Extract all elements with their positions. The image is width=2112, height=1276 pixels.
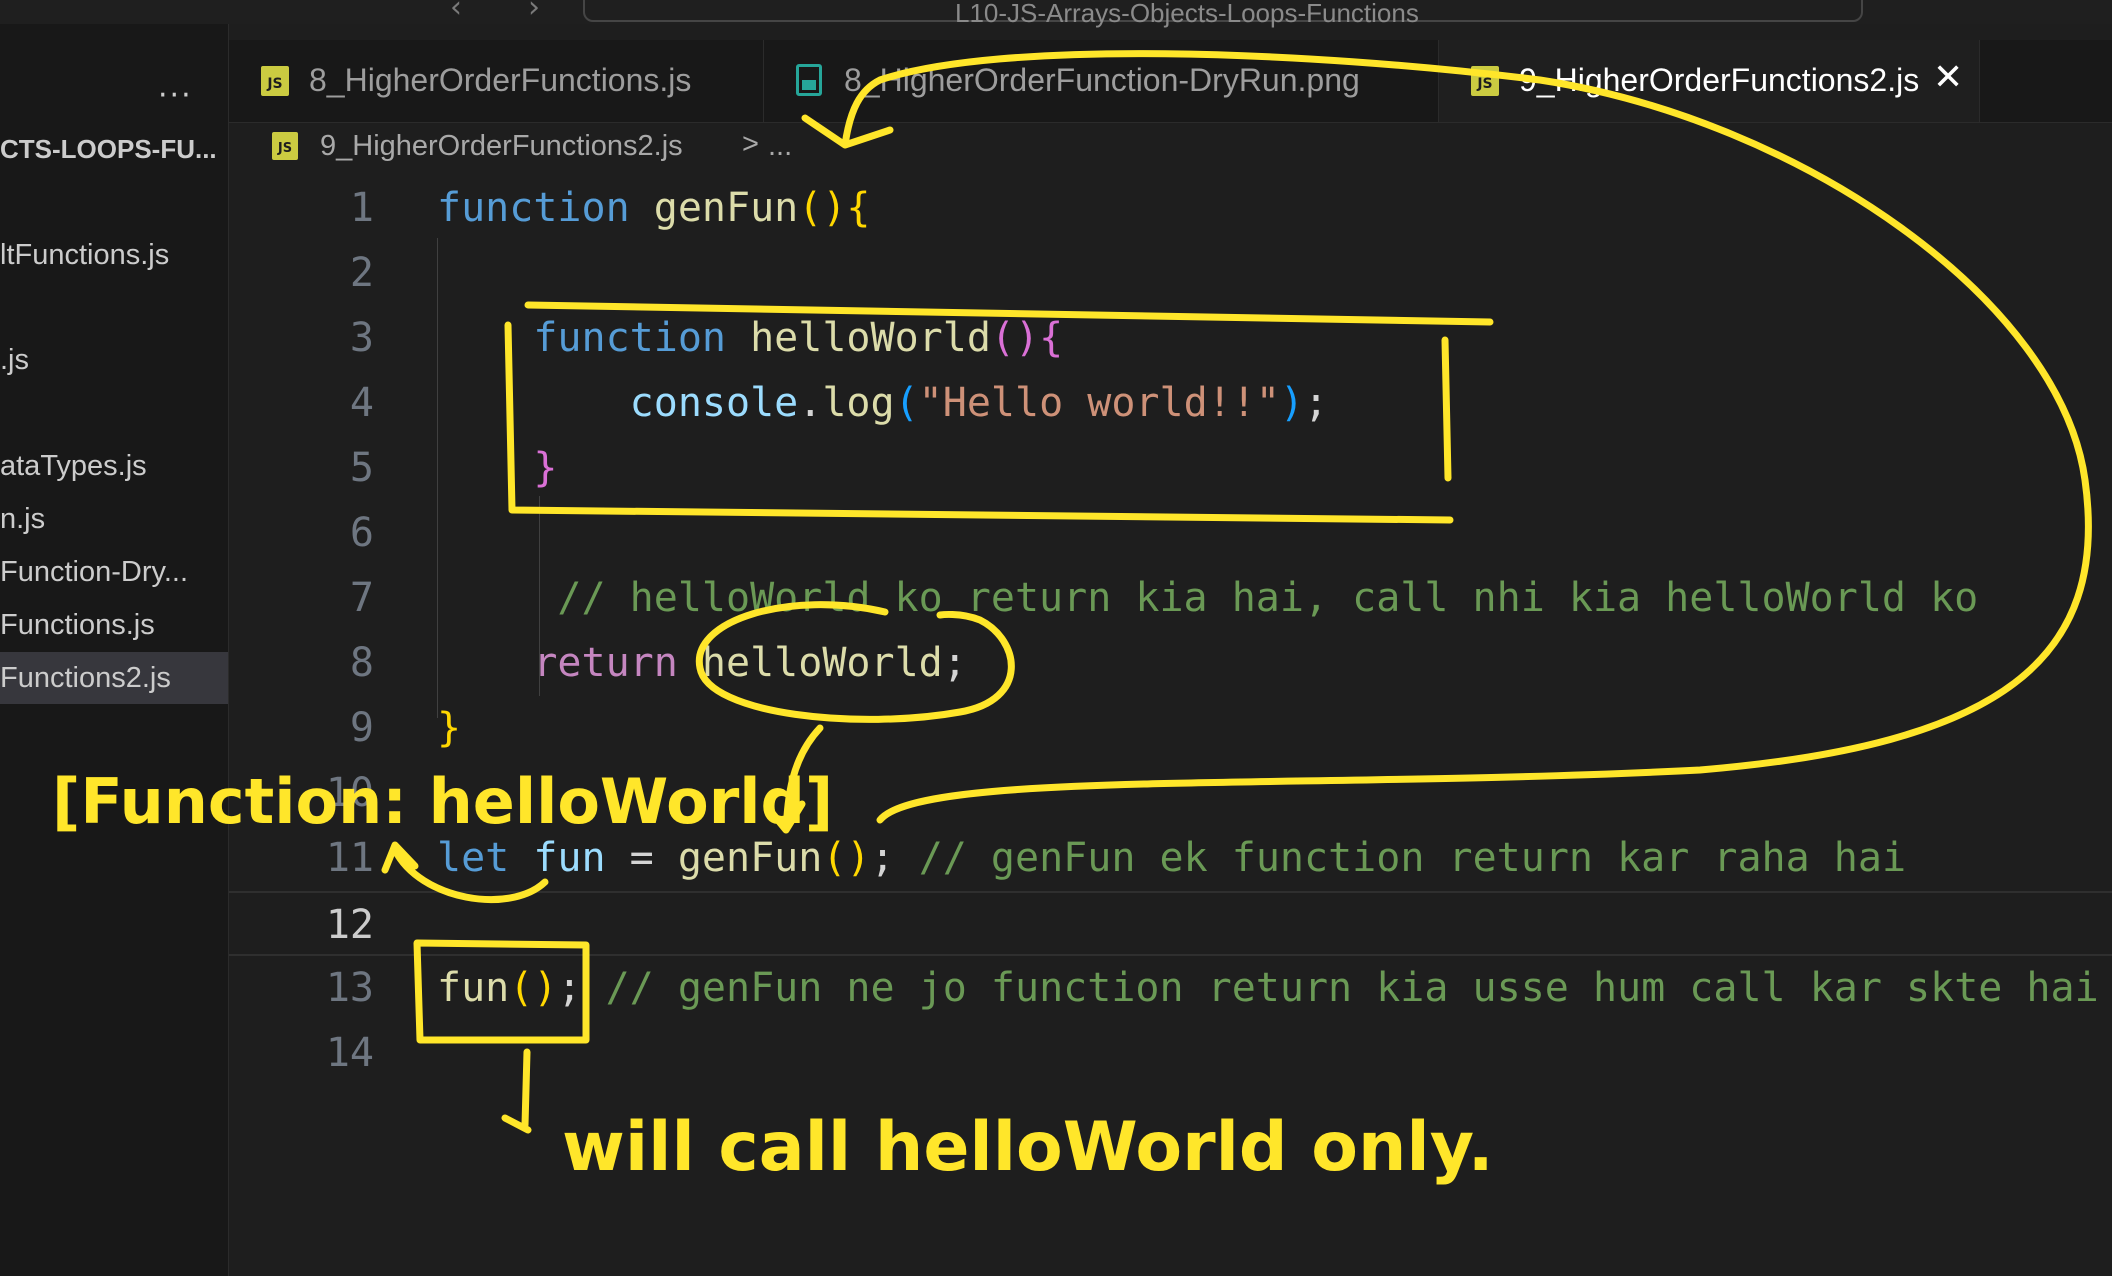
search-title-text: L10-JS-Arrays-Objects-Loops-Functions bbox=[955, 0, 1419, 28]
current-code-line: 12 bbox=[229, 891, 2112, 956]
tab-label: 9_HigherOrderFunctions2.js bbox=[1519, 62, 1920, 98]
code-text: } bbox=[533, 445, 558, 491]
code-text: fun(); // genFun ne jo function return k… bbox=[437, 965, 2099, 1011]
code-text: function genFun(){ bbox=[437, 185, 871, 231]
line-number: 7 bbox=[349, 575, 374, 621]
sidebar-file-item[interactable]: Function-Dry... bbox=[0, 546, 228, 598]
line-number: 5 bbox=[349, 445, 374, 491]
line-number: 8 bbox=[349, 640, 374, 686]
code-text: function helloWorld(){ bbox=[533, 315, 1064, 361]
code-line: 2 bbox=[229, 241, 2112, 306]
sidebar-file-item[interactable]: n.js bbox=[0, 493, 228, 545]
code-text: console.log("Hello world!!"); bbox=[629, 380, 1329, 426]
back-arrow-icon[interactable]: ‹ bbox=[450, 0, 462, 25]
line-number: 2 bbox=[349, 250, 374, 296]
line-number: 11 bbox=[325, 835, 374, 881]
line-number: 12 bbox=[325, 902, 374, 948]
line-number: 1 bbox=[349, 185, 374, 231]
command-center-search[interactable]: L10-JS-Arrays-Objects-Loops-Functions bbox=[583, 0, 1863, 28]
explorer-sidebar: ··· CTS-LOOPS-FU... ltFunctions.js .js a… bbox=[0, 24, 229, 1276]
code-line: 11 let fun = genFun(); // genFun ek func… bbox=[229, 826, 2112, 891]
code-line: 6 bbox=[229, 501, 2112, 566]
js-file-icon: JS bbox=[261, 66, 289, 96]
code-line: 10 bbox=[229, 761, 2112, 826]
code-comment: // helloWorld ko return kia hai, call nh… bbox=[437, 575, 1979, 621]
code-line: 1 function genFun(){ bbox=[229, 176, 2112, 241]
image-file-icon bbox=[796, 64, 822, 96]
js-file-icon: JS bbox=[272, 132, 298, 160]
code-line: 5 } bbox=[229, 436, 2112, 501]
tab-higher-order-functions[interactable]: JS 8_HigherOrderFunctions.js bbox=[229, 40, 764, 122]
forward-arrow-icon[interactable]: › bbox=[528, 0, 540, 25]
tab-dry-run-png[interactable]: 8_HigherOrderFunction-DryRun.png bbox=[764, 40, 1439, 122]
breadcrumb-separator: > bbox=[742, 128, 759, 160]
sidebar-file-item[interactable]: ltFunctions.js bbox=[0, 229, 228, 281]
sidebar-file-item[interactable]: .js bbox=[0, 334, 228, 386]
code-text: let fun = genFun(); // genFun ek functio… bbox=[437, 835, 1907, 881]
tab-higher-order-functions2[interactable]: JS 9_HigherOrderFunctions2.js ✕ bbox=[1439, 40, 1980, 122]
line-number: 13 bbox=[325, 965, 374, 1011]
code-line: 9 } bbox=[229, 696, 2112, 761]
more-actions-icon[interactable]: ··· bbox=[158, 78, 193, 113]
line-number: 6 bbox=[349, 510, 374, 556]
code-line: 3 function helloWorld(){ bbox=[229, 306, 2112, 371]
js-file-icon: JS bbox=[1471, 66, 1499, 96]
tab-label: 8_HigherOrderFunction-DryRun.png bbox=[844, 62, 1360, 98]
code-line: 7 // helloWorld ko return kia hai, call … bbox=[229, 566, 2112, 631]
code-text: return helloWorld; bbox=[533, 640, 967, 686]
code-editor[interactable]: 1 function genFun(){ 2 3 function helloW… bbox=[229, 176, 2112, 1276]
breadcrumb-file[interactable]: 9_HigherOrderFunctions2.js bbox=[320, 130, 683, 163]
title-bar: ‹ › L10-JS-Arrays-Objects-Loops-Function… bbox=[0, 0, 2112, 28]
code-line: 8 return helloWorld; bbox=[229, 631, 2112, 696]
tab-label: 8_HigherOrderFunctions.js bbox=[309, 62, 692, 98]
code-line: 4 console.log("Hello world!!"); bbox=[229, 371, 2112, 436]
line-number: 3 bbox=[349, 315, 374, 361]
sidebar-file-item[interactable]: ataTypes.js bbox=[0, 440, 228, 492]
line-number: 14 bbox=[325, 1030, 374, 1076]
line-number: 9 bbox=[349, 705, 374, 751]
sidebar-file-item-active[interactable]: Functions2.js bbox=[0, 652, 228, 704]
explorer-folder-title[interactable]: CTS-LOOPS-FU... bbox=[0, 134, 217, 165]
sidebar-file-item[interactable]: Functions.js bbox=[0, 599, 228, 651]
line-number: 10 bbox=[325, 770, 374, 816]
code-line: 14 bbox=[229, 1021, 2112, 1086]
line-number: 4 bbox=[349, 380, 374, 426]
close-tab-icon[interactable]: ✕ bbox=[1933, 56, 1963, 98]
breadcrumb-symbol[interactable]: ... bbox=[768, 130, 792, 163]
code-text: } bbox=[437, 705, 462, 751]
code-line: 13 fun(); // genFun ne jo function retur… bbox=[229, 956, 2112, 1021]
editor-tab-bar: JS 8_HigherOrderFunctions.js 8_HigherOrd… bbox=[229, 40, 2112, 123]
